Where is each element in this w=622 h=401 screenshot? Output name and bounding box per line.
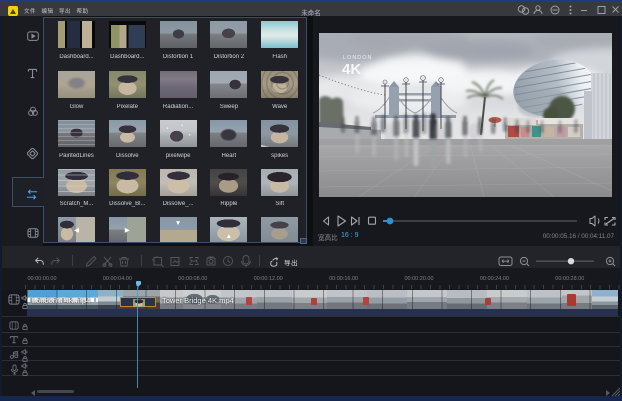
svg-text:4K: 4K — [342, 61, 361, 78]
